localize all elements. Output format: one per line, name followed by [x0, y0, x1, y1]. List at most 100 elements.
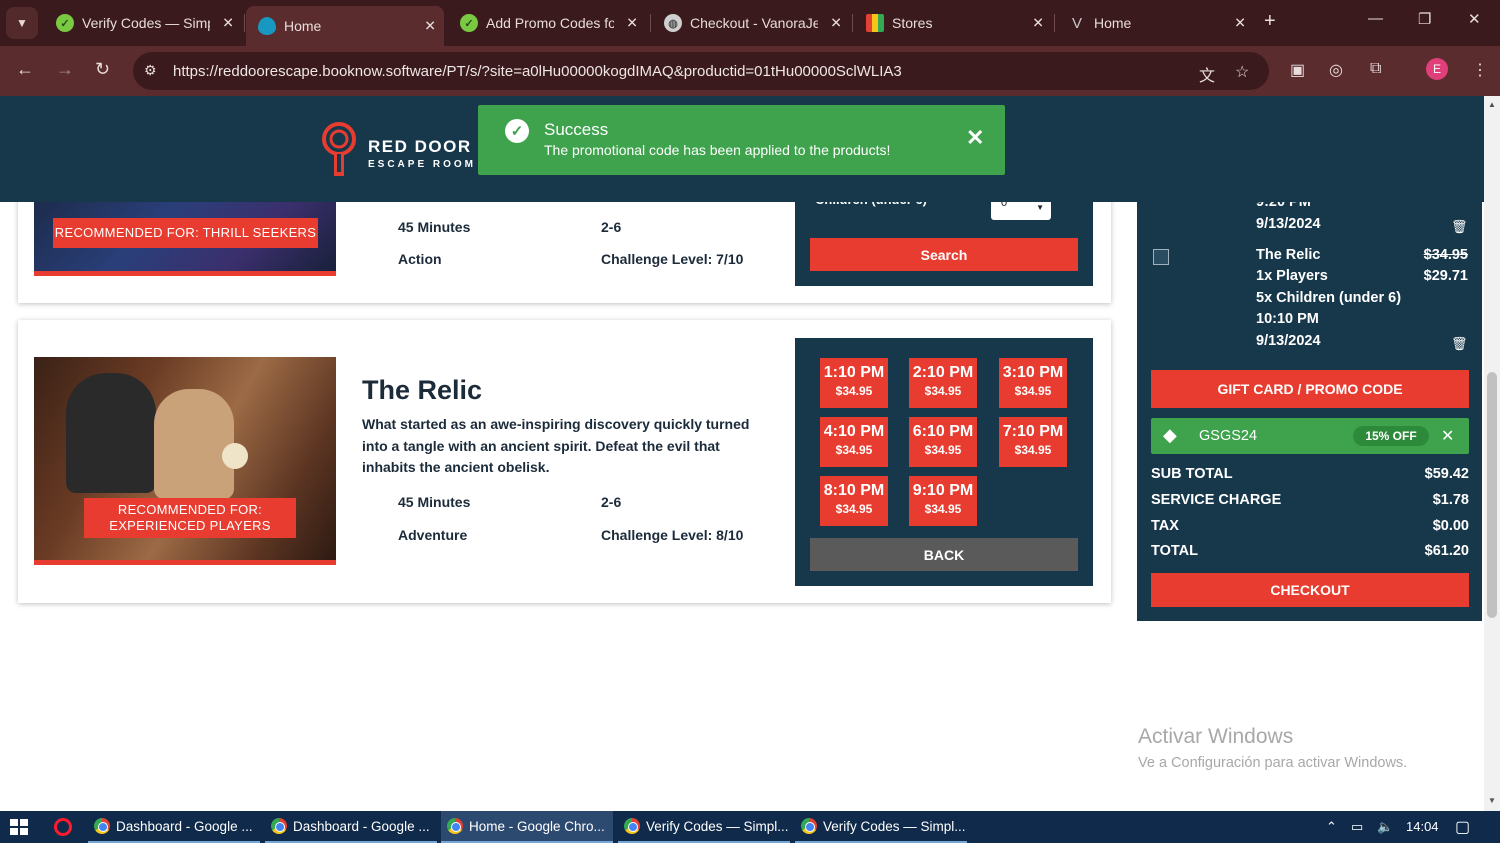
genre: Adventure [398, 527, 468, 543]
site-settings-icon[interactable]: ⚙ [144, 62, 157, 79]
close-icon[interactable]: ✕ [1032, 15, 1044, 32]
chevron-down-icon: ▼ [16, 16, 28, 30]
page-scrollbar[interactable]: ▲ ▼ [1484, 96, 1500, 811]
translate-icon[interactable]: 文 [1199, 62, 1215, 86]
close-icon[interactable]: ✕ [830, 15, 842, 32]
network-icon[interactable]: ▭ [1351, 819, 1363, 835]
tab-home-active[interactable]: Home ✕ [246, 6, 444, 46]
players: 2-6 [601, 494, 622, 510]
taskbar-item-active[interactable]: Home - Google Chro... [441, 811, 613, 843]
tab-separator [650, 14, 651, 32]
close-icon[interactable]: ✕ [1234, 15, 1246, 32]
globe-icon: ◍ [664, 14, 682, 32]
trash-icon[interactable]: 🗑 [1451, 219, 1468, 235]
applied-promo-chip: ◆ GSGS24 15% OFF ✕ [1151, 418, 1469, 454]
taskbar-item[interactable]: Dashboard - Google ... [265, 811, 437, 843]
omnibox[interactable]: ⚙ https://reddoorescape.booknow.software… [133, 52, 1269, 90]
notifications-icon[interactable]: ▢ [1455, 817, 1470, 837]
volume-icon[interactable]: 🔈 [1377, 819, 1393, 835]
forward-arrow-icon[interactable]: → [56, 59, 74, 80]
tab-checkout[interactable]: ◍ Checkout - VanoraJev ✕ [652, 7, 850, 39]
chrome-icon [624, 818, 640, 834]
game-title: The Relic [362, 375, 483, 405]
close-icon[interactable]: ✕ [424, 18, 436, 35]
back-button[interactable]: BACK [810, 538, 1078, 571]
windows-activation-watermark: Activar Windows Ve a Configuración para … [1138, 725, 1408, 771]
tab-search-button[interactable]: ▼ [6, 7, 38, 39]
reload-icon[interactable]: ↻ [95, 59, 110, 80]
players: 2-6 [601, 219, 622, 235]
tab-separator [852, 14, 853, 32]
tray-chevron-up-icon[interactable]: ⌃ [1326, 819, 1337, 835]
minimize-button[interactable]: — [1368, 10, 1383, 27]
address-toolbar: ← → ↻ ⚙ https://reddoorescape.booknow.so… [0, 46, 1500, 96]
restore-button[interactable]: ❐ [1418, 10, 1431, 28]
remove-promo-icon[interactable]: ✕ [1441, 426, 1454, 446]
cart-item-time: 10:10 PM [1256, 311, 1319, 327]
close-icon[interactable]: ✕ [222, 15, 234, 32]
chrome-icon [801, 818, 817, 834]
toast-close-icon[interactable]: ✕ [966, 125, 984, 151]
url-text[interactable]: https://reddoorescape.booknow.software/P… [173, 63, 902, 80]
site-logo-text[interactable]: RED DOOR ESCAPE ROOM [368, 137, 476, 170]
tab-stores[interactable]: Stores ✕ [854, 7, 1052, 39]
v-icon: V [1071, 14, 1082, 32]
check-circle-icon: ✓ [460, 14, 478, 32]
original-price: $34.95 [1423, 247, 1468, 263]
duration: 45 Minutes [398, 494, 471, 510]
recommended-badge: RECOMMENDED FOR: THRILL SEEKERS [53, 218, 318, 248]
time-slot-button[interactable]: 2:10 PM $34.95 [909, 358, 977, 408]
tab-home-2[interactable]: V Home ✕ [1056, 7, 1254, 39]
checkout-button[interactable]: CHECKOUT [1151, 573, 1469, 607]
time-slot-button[interactable]: 7:10 PM $34.95 [999, 417, 1067, 467]
kebab-menu-icon[interactable]: ⋮ [1472, 60, 1488, 80]
toast-title: Success [544, 120, 609, 139]
success-toast: ✓ Success The promotional code has been … [478, 105, 1005, 175]
time-slot-button[interactable]: 3:10 PM $34.95 [999, 358, 1067, 408]
extension-globe-icon[interactable]: ◎ [1329, 60, 1343, 80]
genre: Action [398, 251, 442, 267]
game-card-the-relic: RECOMMENDED FOR: EXPERIENCED PLAYERS The… [18, 320, 1111, 603]
time-slot-button[interactable]: 9:10 PM $34.95 [909, 476, 977, 526]
close-icon[interactable]: ✕ [626, 15, 638, 32]
clock[interactable]: 14:04 [1406, 819, 1439, 834]
extension-translate-icon[interactable]: ▣ [1290, 60, 1305, 80]
tab-add-promo-codes[interactable]: ✓ Add Promo Codes for ✕ [448, 7, 646, 39]
discount-badge: 15% OFF [1353, 426, 1429, 446]
tab-separator [244, 14, 245, 32]
taskbar-item[interactable]: Verify Codes — Simpl... [795, 811, 967, 843]
game-photo: RECOMMENDED FOR: THRILL SEEKERS [34, 196, 336, 276]
chrome-icon [271, 818, 287, 834]
cart-item-children: 5x Children (under 6) [1256, 290, 1402, 306]
tab-verify-codes[interactable]: ✓ Verify Codes — Simpl ✕ [44, 7, 242, 39]
time-slot-button[interactable]: 6:10 PM $34.95 [909, 417, 977, 467]
cloud-icon [258, 17, 276, 35]
windows-start-icon[interactable] [10, 819, 28, 835]
time-slot-button[interactable]: 1:10 PM $34.95 [820, 358, 888, 408]
gift-card-promo-button[interactable]: GIFT CARD / PROMO CODE [1151, 370, 1469, 408]
back-arrow-icon[interactable]: ← [16, 59, 34, 80]
window-close-button[interactable]: ✕ [1468, 10, 1481, 28]
puzzle-icon[interactable]: ⧉ [1370, 60, 1381, 78]
scrollbar-thumb[interactable] [1487, 372, 1497, 618]
taskbar-item[interactable]: Dashboard - Google ... [88, 811, 260, 843]
profile-avatar[interactable]: E [1426, 58, 1448, 80]
time-slot-button[interactable]: 8:10 PM $34.95 [820, 476, 888, 526]
search-button[interactable]: Search [810, 238, 1078, 271]
new-tab-button[interactable]: + [1264, 10, 1276, 33]
scroll-up-icon[interactable]: ▲ [1488, 100, 1496, 109]
star-icon[interactable]: ☆ [1235, 62, 1249, 82]
scroll-down-icon[interactable]: ▼ [1488, 796, 1496, 805]
discounted-price: $29.71 [1423, 268, 1468, 284]
dropdown-arrow-icon: ▼ [1036, 203, 1044, 212]
broken-image-icon [1153, 249, 1169, 265]
game-photo: RECOMMENDED FOR: EXPERIENCED PLAYERS [34, 357, 336, 565]
tag-icon: ◆ [1163, 425, 1177, 445]
trash-icon[interactable]: 🗑 [1451, 336, 1468, 352]
chrome-icon [94, 818, 110, 834]
opera-icon[interactable] [54, 818, 72, 836]
cart-item-date: 9/13/2024 [1256, 216, 1321, 232]
taskbar-item[interactable]: Verify Codes — Simpl... [618, 811, 790, 843]
time-slot-button[interactable]: 4:10 PM $34.95 [820, 417, 888, 467]
red-door-logo-icon [322, 122, 356, 176]
